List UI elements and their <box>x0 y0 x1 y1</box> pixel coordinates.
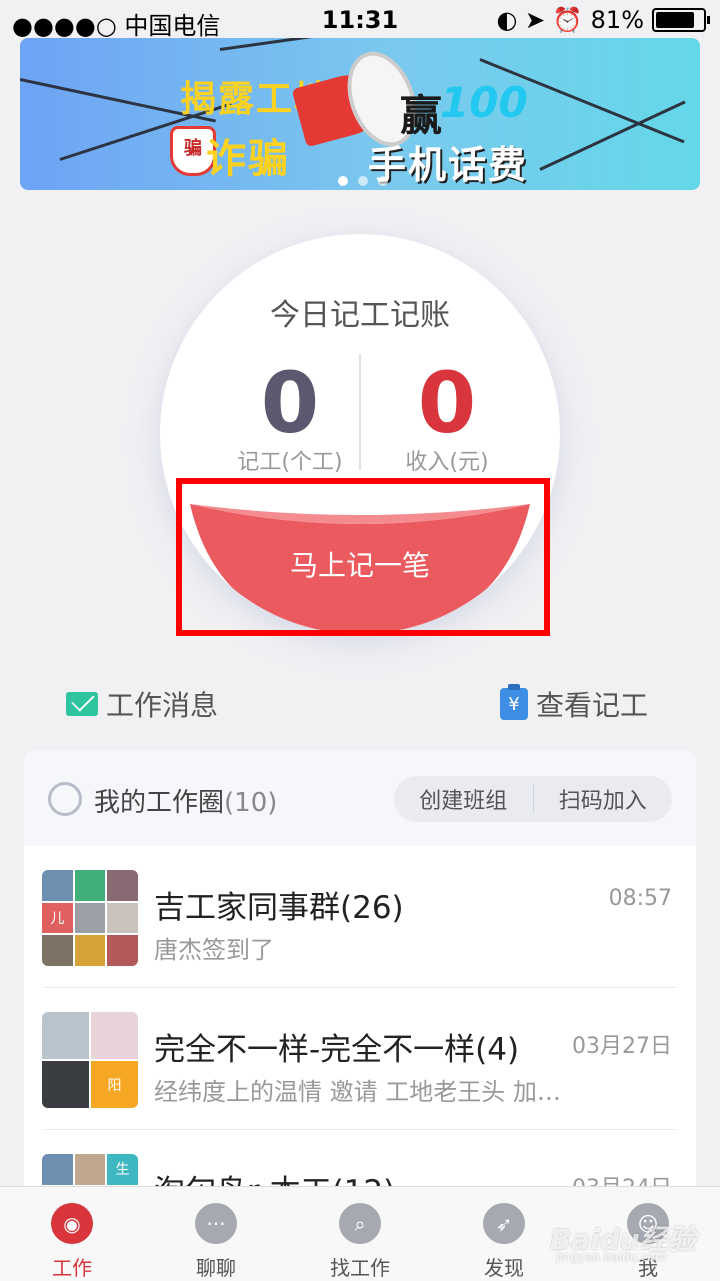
status-bar: ●●●●○ 中国电信 11:31 ◐ ➤ ⏰ 81% <box>0 0 720 40</box>
banner-headline-2: 诈骗 <box>206 136 290 182</box>
work-circle-title: 我的工作圈(10) <box>94 782 277 819</box>
view-records-label: 查看记工 <box>536 689 649 722</box>
tab-work[interactable]: ◉ 工作 <box>0 1187 144 1281</box>
pager-dot-active[interactable] <box>338 176 348 186</box>
view-records-link[interactable]: ¥ 查看记工 <box>500 684 648 724</box>
work-circle-title-text: 我的工作圈 <box>94 788 225 818</box>
watermark-url: jingyan.baidu.com <box>556 1250 667 1264</box>
income-label: 收入(元) <box>405 450 489 475</box>
pager-dot[interactable] <box>358 176 368 186</box>
tab-chat[interactable]: ··· 聊聊 <box>144 1187 288 1281</box>
aperture-icon <box>48 782 82 816</box>
group-name: 完全不一样-完全不一样(4) <box>154 1032 520 1068</box>
tab-find-job[interactable]: ⌕ 找工作 <box>288 1187 432 1281</box>
scan-join-button[interactable]: 扫码加入 <box>534 783 673 815</box>
work-circle-header: 我的工作圈(10) 创建班组 扫码加入 <box>24 750 696 846</box>
work-circle-count: (10) <box>224 788 278 818</box>
mail-icon <box>66 692 98 716</box>
group-actions: 创建班组 扫码加入 <box>394 776 672 822</box>
list-item[interactable]: 阳 完全不一样-完全不一样(4) 03月27日 经纬度上的温情 邀请 工地老王头… <box>24 988 696 1130</box>
work-count-label: 记工(个工) <box>237 450 343 475</box>
work-messages-label: 工作消息 <box>106 689 219 722</box>
battery-icon <box>652 8 710 32</box>
group-last-message: 唐杰签到了 <box>154 936 274 964</box>
banner-amount: 100 <box>440 78 528 127</box>
highlight-box <box>176 478 550 636</box>
income-amount: 0 <box>417 354 477 452</box>
banner-headline-3: 手机话费 <box>368 143 529 187</box>
tab-label: 找工作 <box>330 1256 390 1280</box>
group-last-message: 经纬度上的温情 邀请 工地老王头 加… <box>154 1078 561 1106</box>
list-item[interactable]: 儿 吉工家同事群(26) 08:57 唐杰签到了 <box>24 846 696 988</box>
group-time: 08:57 <box>608 886 672 911</box>
work-messages-link[interactable]: 工作消息 <box>66 684 218 724</box>
promo-banner[interactable]: 骗 揭露工地 诈骗 赢 100 手机话费 <box>20 38 700 190</box>
work-count: 0 <box>260 354 320 452</box>
group-name: 吉工家同事群(26) <box>154 890 404 926</box>
aperture-icon: ◉ <box>51 1203 93 1244</box>
battery-percent: 81% <box>590 6 644 34</box>
system-icons: ◐ ➤ ⏰ <box>496 6 583 34</box>
clipboard-yen-icon: ¥ <box>500 684 528 720</box>
status-right: ◐ ➤ ⏰ 81% <box>496 6 710 34</box>
tab-label: 发现 <box>484 1256 524 1280</box>
chat-bubble-icon: ··· <box>195 1203 237 1244</box>
tab-label: 聊聊 <box>196 1256 236 1280</box>
tab-label: 工作 <box>52 1256 92 1280</box>
group-avatar: 阳 <box>42 1012 138 1108</box>
group-time: 03月27日 <box>572 1034 672 1059</box>
pager-dot[interactable] <box>378 176 388 186</box>
group-avatar: 儿 <box>42 870 138 966</box>
search-icon: ⌕ <box>339 1203 381 1244</box>
today-title: 今日记工记账 <box>270 298 450 333</box>
banner-pager[interactable] <box>338 176 388 186</box>
create-group-button[interactable]: 创建班组 <box>394 783 533 815</box>
compass-icon: ➶ <box>483 1203 525 1244</box>
